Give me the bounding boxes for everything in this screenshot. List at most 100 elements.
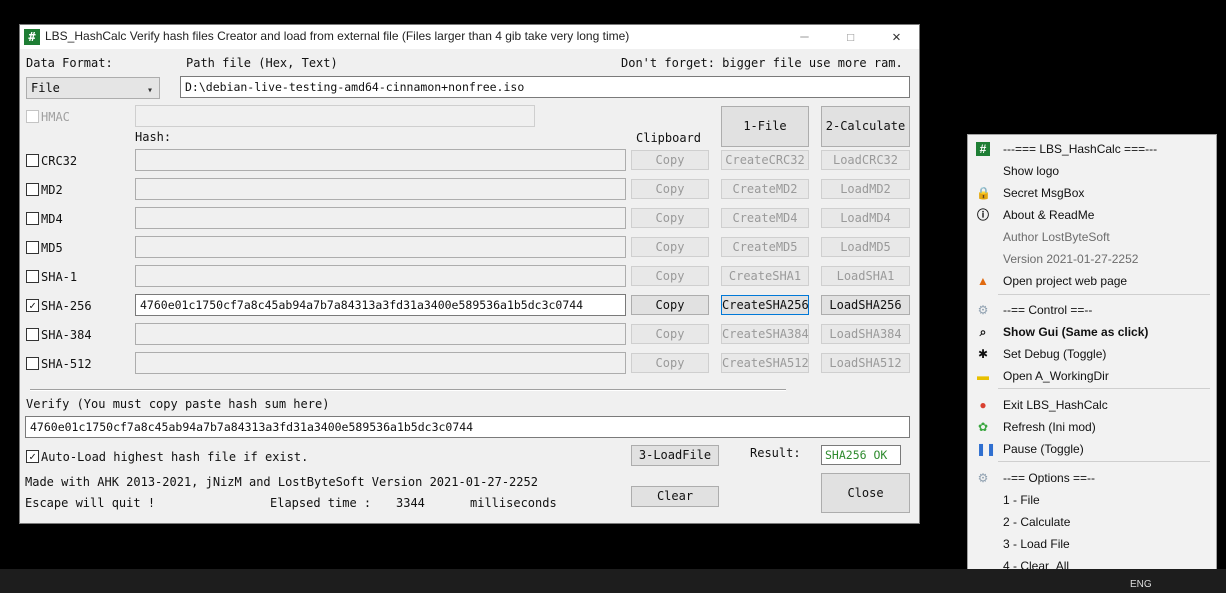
sha512-copy-button[interactable]: Copy	[631, 353, 709, 373]
elapsed-label: Elapsed time :	[270, 496, 372, 510]
close-window-button[interactable]: ✕	[874, 25, 919, 49]
sha256-hash-field[interactable]: 4760e01c1750cf7a8c45ab94a7b7a84313a3fd31…	[135, 294, 626, 316]
elapsed-value: 3344	[396, 496, 425, 510]
menu-item[interactable]: --== Options ==--	[1003, 471, 1095, 485]
md5-hash-field[interactable]	[135, 236, 626, 258]
md4-load-button[interactable]: LoadMD4	[821, 208, 910, 228]
sha384-checkbox[interactable]	[26, 328, 39, 341]
md2-checkbox[interactable]	[26, 183, 39, 196]
menu-item[interactable]: Secret MsgBox	[1003, 186, 1084, 200]
result-value: SHA256 OK	[821, 445, 901, 465]
lock-icon: 🔒	[976, 186, 991, 200]
minimize-button[interactable]: —	[782, 25, 827, 49]
md4-copy-button[interactable]: Copy	[631, 208, 709, 228]
md5-create-button[interactable]: CreateMD5	[721, 237, 809, 257]
md2-hash-field[interactable]	[135, 178, 626, 200]
sha1-hash-field[interactable]	[135, 265, 626, 287]
menu-item[interactable]: Pause (Toggle)	[1003, 442, 1084, 456]
autoload-label: Auto-Load highest hash file if exist.	[41, 450, 309, 464]
crc32-checkbox[interactable]	[26, 154, 39, 167]
title-bar[interactable]: # LBS_HashCalc Verify hash files Creator…	[20, 25, 919, 49]
menu-item[interactable]: Set Debug (Toggle)	[1003, 347, 1106, 361]
sha384-load-button[interactable]: LoadSHA384	[821, 324, 910, 344]
crc32-create-button[interactable]: CreateCRC32	[721, 150, 809, 170]
md2-label: MD2	[41, 183, 63, 197]
autoload-checkbox[interactable]: ✓	[26, 450, 39, 463]
window-title: LBS_HashCalc Verify hash files Creator a…	[45, 29, 630, 43]
sha256-load-button[interactable]: LoadSHA256	[821, 295, 910, 315]
path-input[interactable]: D:\debian-live-testing-amd64-cinnamon+no…	[180, 76, 910, 98]
md4-hash-field[interactable]	[135, 207, 626, 229]
taskbar-language[interactable]: ENG	[1130, 579, 1152, 590]
fire-icon: ▲	[977, 274, 989, 288]
loadfile-button[interactable]: 3-LoadFile	[631, 445, 719, 466]
hmac-input[interactable]	[135, 105, 535, 127]
sha512-create-button[interactable]: CreateSHA512	[721, 353, 809, 373]
hash-header: Hash:	[135, 130, 172, 144]
menu-item[interactable]: 3 - Load File	[1003, 537, 1070, 551]
menu-item[interactable]: About & ReadMe	[1003, 208, 1094, 222]
sha256-label: SHA-256	[41, 299, 92, 313]
md2-create-button[interactable]: CreateMD2	[721, 179, 809, 199]
file-button[interactable]: 1-File	[721, 106, 809, 147]
data-format-select[interactable]: File ▾	[26, 77, 160, 99]
elapsed-unit: milliseconds	[470, 496, 557, 510]
made-with-text: Made with AHK 2013-2021, jNizM and LostB…	[25, 475, 538, 489]
sha384-create-button[interactable]: CreateSHA384	[721, 324, 809, 344]
md5-load-button[interactable]: LoadMD5	[821, 237, 910, 257]
md2-load-button[interactable]: LoadMD2	[821, 179, 910, 199]
md5-label: MD5	[41, 241, 63, 255]
calculate-button[interactable]: 2-Calculate	[821, 106, 910, 147]
taskbar	[0, 569, 1226, 593]
menu-item[interactable]: 1 - File	[1003, 493, 1040, 507]
main-window: # LBS_HashCalc Verify hash files Creator…	[19, 24, 920, 524]
sha512-checkbox[interactable]	[26, 357, 39, 370]
md2-copy-button[interactable]: Copy	[631, 179, 709, 199]
crc32-hash-field[interactable]	[135, 149, 626, 171]
check-icon: ✓	[29, 450, 36, 463]
crc32-label: CRC32	[41, 154, 78, 168]
menu-item[interactable]: Open A_WorkingDir	[1003, 369, 1109, 383]
crc32-load-button[interactable]: LoadCRC32	[821, 150, 910, 170]
hmac-checkbox[interactable]	[26, 110, 39, 123]
menu-item[interactable]: Open project web page	[1003, 274, 1127, 288]
sha1-label: SHA-1	[41, 270, 78, 284]
sha256-create-button[interactable]: CreateSHA256	[721, 295, 809, 315]
menu-item[interactable]: --== Control ==--	[1003, 303, 1092, 317]
sha512-hash-field[interactable]	[135, 352, 626, 374]
data-format-label: Data Format:	[26, 56, 113, 70]
menu-item[interactable]: Show Gui (Same as click)	[1003, 325, 1148, 339]
menu-item[interactable]: Exit LBS_HashCalc	[1003, 398, 1108, 412]
sha384-hash-field[interactable]	[135, 323, 626, 345]
md5-copy-button[interactable]: Copy	[631, 237, 709, 257]
sha1-checkbox[interactable]	[26, 270, 39, 283]
sha512-load-button[interactable]: LoadSHA512	[821, 353, 910, 373]
menu-item[interactable]: Version 2021-01-27-2252	[1003, 252, 1138, 266]
menu-item[interactable]: ---=== LBS_HashCalc ===---	[1003, 142, 1157, 156]
maximize-button[interactable]: ☐	[828, 25, 873, 49]
menu-item[interactable]: Author LostByteSoft	[1003, 230, 1110, 244]
sha1-load-button[interactable]: LoadSHA1	[821, 266, 910, 286]
menu-item[interactable]: Show logo	[1003, 164, 1059, 178]
md5-checkbox[interactable]	[26, 241, 39, 254]
md4-checkbox[interactable]	[26, 212, 39, 225]
clear-button[interactable]: Clear	[631, 486, 719, 507]
crc32-copy-button[interactable]: Copy	[631, 150, 709, 170]
menu-item[interactable]: Refresh (Ini mod)	[1003, 420, 1096, 434]
close-button[interactable]: Close	[821, 473, 910, 513]
sha1-create-button[interactable]: CreateSHA1	[721, 266, 809, 286]
exit-icon: ●	[979, 398, 987, 412]
sha256-checkbox[interactable]: ✓	[26, 299, 39, 312]
hash-icon: #	[976, 142, 990, 156]
sha256-copy-button[interactable]: Copy	[631, 295, 709, 315]
menu-separator	[998, 388, 1210, 389]
sha1-copy-button[interactable]: Copy	[631, 266, 709, 286]
verify-input[interactable]: 4760e01c1750cf7a8c45ab94a7b7a84313a3fd31…	[25, 416, 910, 438]
ram-note: Don't forget: bigger file use more ram.	[621, 56, 903, 70]
menu-item[interactable]: 2 - Calculate	[1003, 515, 1070, 529]
md4-create-button[interactable]: CreateMD4	[721, 208, 809, 228]
sha384-copy-button[interactable]: Copy	[631, 324, 709, 344]
magnifier-icon: ⌕	[979, 325, 987, 339]
data-format-value: File	[31, 81, 60, 95]
hmac-label: HMAC	[41, 110, 70, 124]
